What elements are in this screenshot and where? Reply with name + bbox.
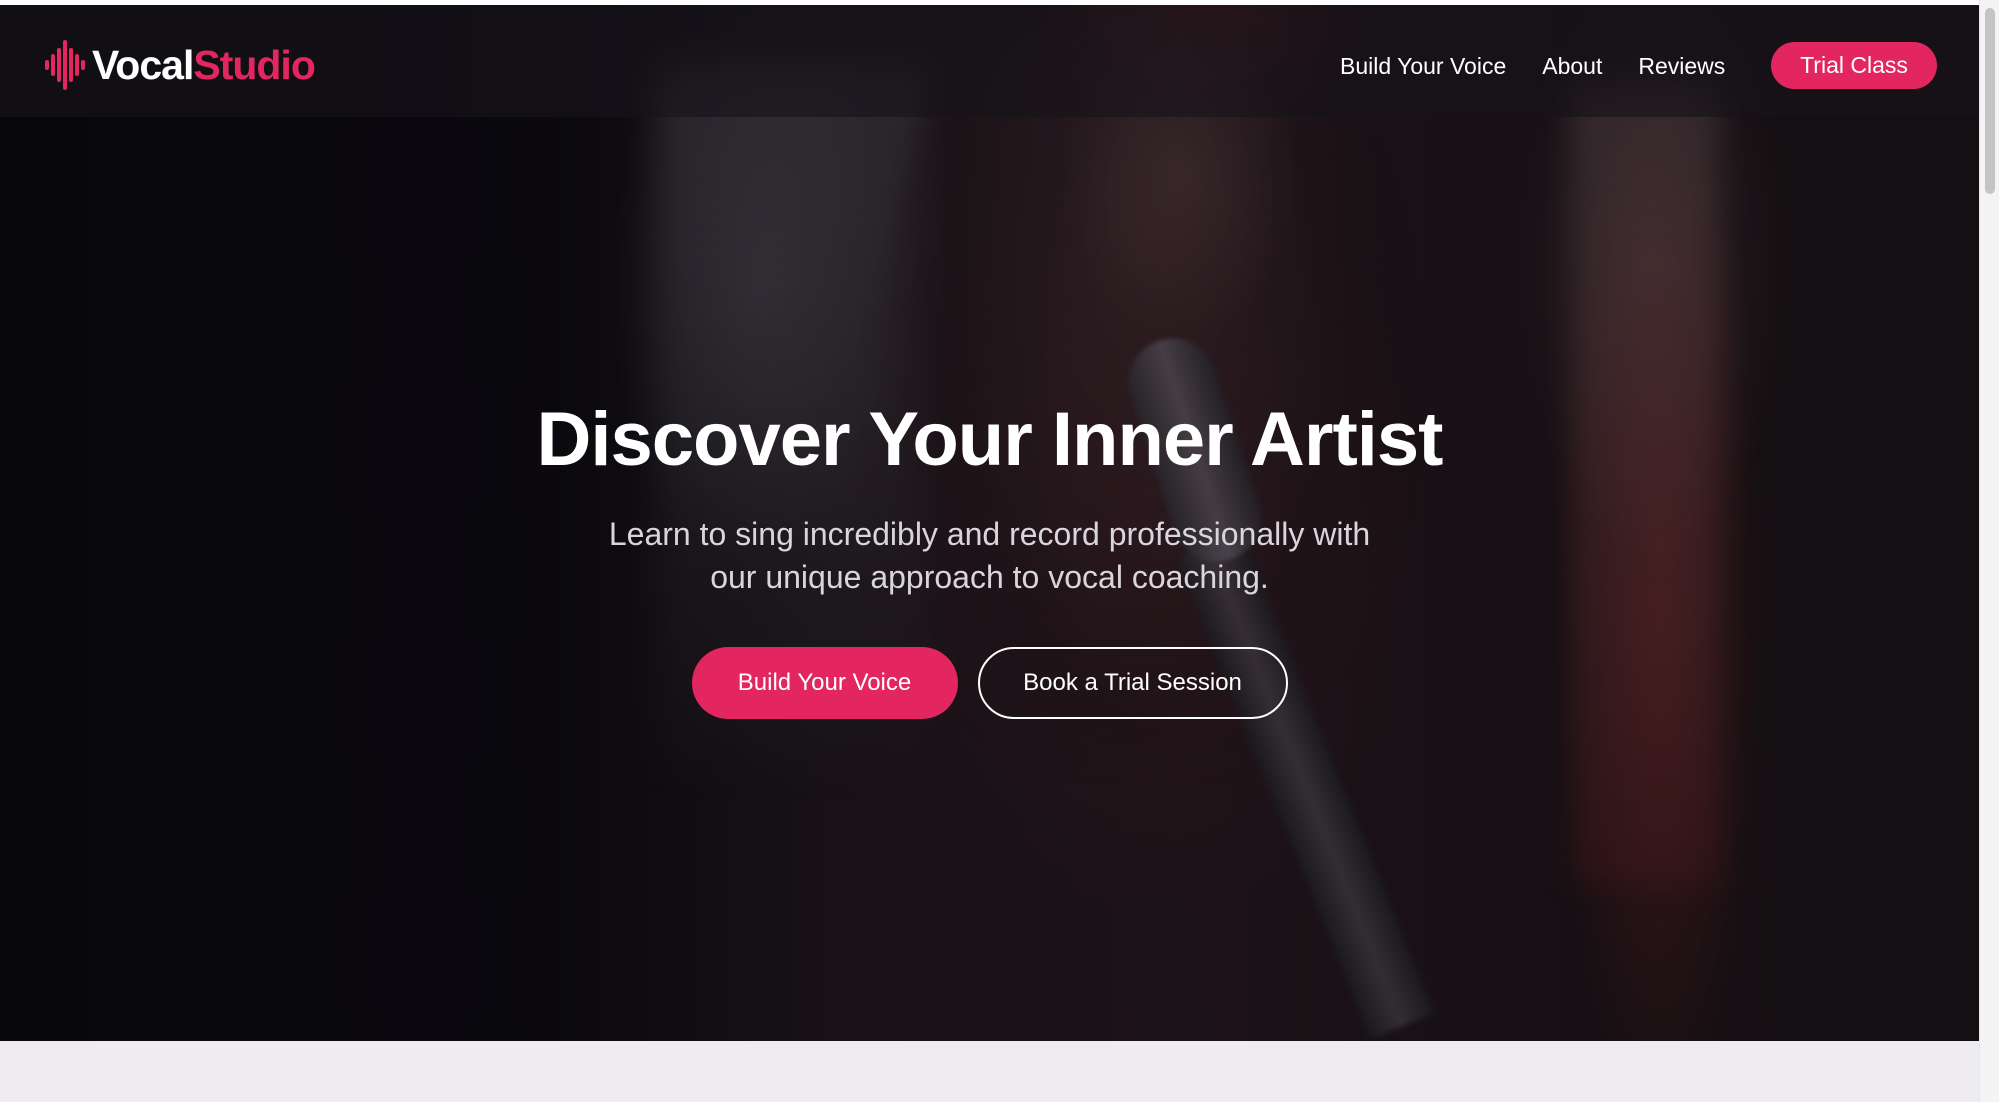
nav-link-reviews[interactable]: Reviews: [1638, 43, 1725, 89]
nav-links: Build Your Voice About Reviews: [1340, 42, 1761, 89]
brand-name-part2: Studio: [193, 42, 316, 88]
nav-link-build-your-voice[interactable]: Build Your Voice: [1340, 43, 1506, 89]
brand-name-part1: Vocal: [92, 42, 194, 88]
scrollbar-thumb[interactable]: [1985, 8, 1995, 194]
hero-content: Discover Your Inner Artist Learn to sing…: [0, 395, 1979, 719]
brand-logo[interactable]: VocalStudio: [44, 38, 316, 92]
nav-link-about[interactable]: About: [1542, 43, 1602, 89]
brand-name: VocalStudio: [92, 38, 316, 92]
build-your-voice-button[interactable]: Build Your Voice: [691, 647, 958, 719]
vertical-scrollbar[interactable]: [1979, 0, 1999, 1102]
next-section: [0, 1041, 1979, 1102]
page: VocalStudio Build Your Voice About Revie…: [0, 0, 1999, 1102]
hero-section: VocalStudio Build Your Voice About Revie…: [0, 5, 1979, 1041]
soundwave-icon: [44, 38, 88, 92]
hero-subtitle: Learn to sing incredibly and record prof…: [608, 516, 1371, 595]
top-navbar: VocalStudio Build Your Voice About Revie…: [0, 5, 1979, 117]
hero-buttons: Build Your Voice Book a Trial Session: [0, 647, 1979, 719]
hero-title: Discover Your Inner Artist: [536, 397, 1444, 482]
trial-class-button[interactable]: Trial Class: [1771, 42, 1937, 89]
book-trial-session-button[interactable]: Book a Trial Session: [977, 647, 1288, 719]
